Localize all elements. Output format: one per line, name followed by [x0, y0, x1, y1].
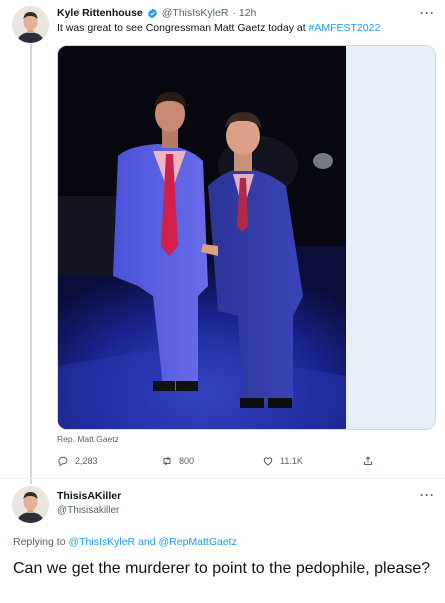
author-avatar[interactable]: [12, 6, 49, 43]
tweet-divider: [0, 478, 445, 479]
like-button[interactable]: 11.1K: [262, 455, 303, 467]
like-icon: [263, 457, 273, 466]
retweet-button[interactable]: 800: [161, 455, 194, 467]
reply-text: Can we get the murderer to point to the …: [13, 560, 431, 577]
timestamp[interactable]: · 12h: [232, 7, 256, 19]
media-caption[interactable]: Rep. Matt Gaetz: [57, 434, 119, 444]
replying-and: and: [135, 536, 159, 548]
reply-icon: [58, 456, 68, 467]
verified-badge-icon: [147, 8, 157, 18]
tweet-text-body: It was great to see Congressman Matt Gae…: [57, 22, 309, 34]
author-handle[interactable]: @ThisIsKyleR: [162, 7, 229, 19]
tweet-header: Kyle Rittenhouse @ThisIsKyleR · 12h: [57, 7, 256, 19]
thread-line: [30, 44, 32, 484]
replying-to: Replying to @ThisIsKyleR and @RepMattGae…: [13, 536, 237, 548]
hashtag-link[interactable]: #AMFEST2022: [309, 22, 381, 34]
tweet-text: It was great to see Congressman Matt Gae…: [57, 22, 380, 34]
tweet-actions: 2,283 800 11.1K: [57, 455, 387, 469]
like-count: 11.1K: [280, 456, 303, 466]
reply-more-icon[interactable]: ···: [420, 488, 435, 502]
reply-count: 2,283: [75, 456, 98, 466]
tweet-photo-secondary[interactable]: [346, 46, 435, 429]
tweet-photo[interactable]: [58, 46, 346, 429]
mention-link-2[interactable]: @RepMattGaetz: [158, 536, 236, 548]
author-name[interactable]: Kyle Rittenhouse: [57, 7, 143, 19]
retweet-count: 800: [179, 456, 195, 466]
share-button[interactable]: [362, 455, 374, 467]
reply-button[interactable]: 2,283: [57, 455, 98, 467]
retweet-icon: [163, 456, 171, 466]
mention-link-1[interactable]: @ThisIsKyleR: [68, 536, 135, 548]
more-icon[interactable]: ···: [420, 6, 435, 20]
share-icon: [364, 456, 372, 465]
replying-prefix: Replying to: [13, 536, 69, 548]
reply-author-name[interactable]: ThisisAKiller: [57, 490, 121, 502]
tweet-media[interactable]: [57, 45, 436, 430]
reply-author-avatar[interactable]: [12, 486, 49, 523]
reply-author-handle[interactable]: @Thisisakiller: [57, 505, 119, 516]
